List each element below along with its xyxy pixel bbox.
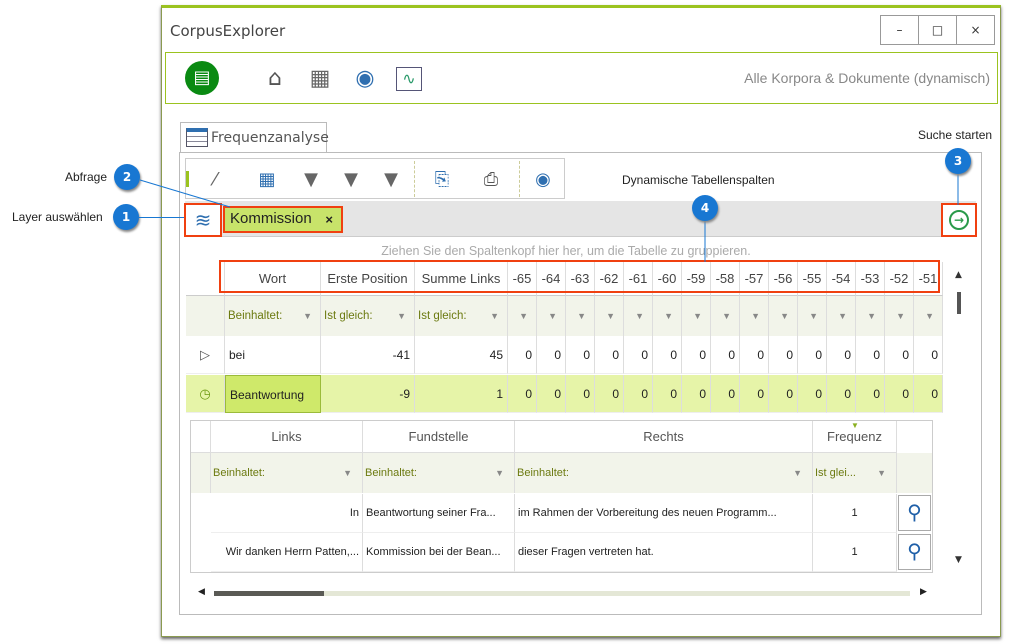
annotation-label-3: Suche starten bbox=[918, 128, 993, 142]
annotation-label-4: Dynamische Tabellenspalten bbox=[622, 173, 775, 187]
annotation-lines bbox=[139, 172, 959, 262]
annotation-badge-4: 4 bbox=[692, 195, 718, 221]
annotation-badge-3: 3 bbox=[945, 148, 971, 174]
